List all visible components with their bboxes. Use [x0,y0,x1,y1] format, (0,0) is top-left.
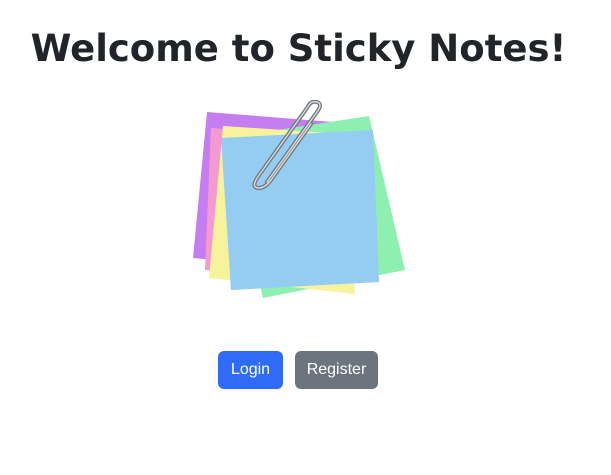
register-button[interactable]: Register [295,351,378,389]
page-title: Welcome to Sticky Notes! [30,27,567,70]
sticky-notes-icon [193,100,405,298]
auth-buttons: Login Register [218,351,378,389]
blue-note [221,130,379,290]
welcome-page: Welcome to Sticky Notes! Login Register [0,0,611,475]
login-button[interactable]: Login [218,351,283,389]
